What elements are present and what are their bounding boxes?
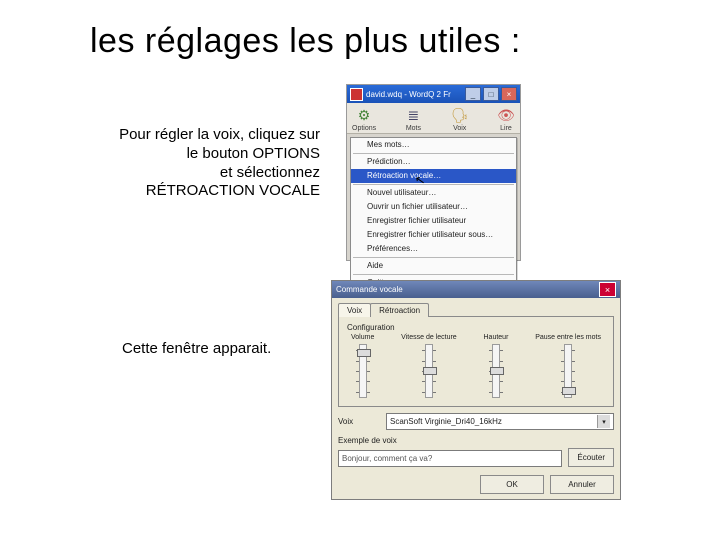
dialog-buttons: OK Annuler bbox=[338, 475, 614, 494]
eye-icon: 👁 bbox=[497, 106, 515, 124]
screenshot-options-menu: david.wdq - WordQ 2 Fr _ □ × ⚙ Options ≣… bbox=[346, 84, 521, 261]
caption-window-appears: Cette fenêtre apparait. bbox=[122, 340, 271, 357]
menu-item-new-user[interactable]: Nouvel utilisateur… bbox=[351, 186, 516, 200]
menu-item-preferences[interactable]: Préférences… bbox=[351, 242, 516, 256]
example-text-value: Bonjour, comment ça va? bbox=[342, 454, 432, 463]
config-panel: Configuration Volume Vitesse de lecture bbox=[338, 316, 614, 407]
options-label: Options bbox=[352, 125, 376, 132]
maximize-button[interactable]: □ bbox=[483, 87, 499, 101]
intro-line-3: et sélectionnez bbox=[50, 164, 320, 183]
read-button[interactable]: 👁 Lire bbox=[497, 106, 515, 132]
dialog-close-button[interactable]: × bbox=[599, 282, 616, 297]
menu-item-voice-feedback[interactable]: Rétroaction vocale… bbox=[351, 169, 516, 183]
dialog-title: Commande vocale bbox=[336, 285, 599, 294]
cancel-button[interactable]: Annuler bbox=[550, 475, 614, 494]
titlebar: david.wdq - WordQ 2 Fr _ □ × bbox=[347, 85, 520, 103]
slider-thumb[interactable] bbox=[490, 367, 504, 375]
menu-item-help[interactable]: Aide bbox=[351, 259, 516, 273]
menu-item-save-user[interactable]: Enregistrer fichier utilisateur bbox=[351, 214, 516, 228]
options-dropdown-menu: Mes mots… Prédiction… Rétroaction vocale… bbox=[350, 137, 517, 291]
tab-feedback[interactable]: Rétroaction bbox=[370, 303, 429, 317]
voice-row: Voix ScanSoft Virginie_Dri40_16kHz ▾ bbox=[338, 413, 614, 430]
tab-bar: Voix Rétroaction bbox=[338, 302, 620, 316]
wordgap-slider[interactable] bbox=[564, 344, 572, 398]
titlebar-text: david.wdq - WordQ 2 Fr bbox=[366, 90, 463, 99]
voice-combo-value: ScanSoft Virginie_Dri40_16kHz bbox=[390, 417, 502, 426]
tab-voice[interactable]: Voix bbox=[338, 303, 371, 317]
pitch-slider[interactable] bbox=[492, 344, 500, 398]
intro-line-2: le bouton OPTIONS bbox=[50, 145, 320, 164]
example-row: Bonjour, comment ça va? Écouter bbox=[338, 448, 614, 467]
options-button[interactable]: ⚙ Options bbox=[352, 106, 376, 132]
menu-item-prediction[interactable]: Prédiction… bbox=[351, 155, 516, 169]
menu-separator bbox=[353, 274, 514, 275]
menu-item-open-user[interactable]: Ouvrir un fichier utilisateur… bbox=[351, 200, 516, 214]
words-label: Mots bbox=[406, 125, 421, 132]
cursor-icon: ↖ bbox=[414, 172, 426, 188]
rate-label: Vitesse de lecture bbox=[401, 334, 457, 341]
menu-item-my-words[interactable]: Mes mots… bbox=[351, 138, 516, 152]
menu-item-save-user-as[interactable]: Enregistrer fichier utilisateur sous… bbox=[351, 228, 516, 242]
menu-separator bbox=[353, 184, 514, 185]
voice-button[interactable]: 🗣 Voix bbox=[451, 106, 469, 132]
example-label-row: Exemple de voix bbox=[338, 436, 614, 445]
read-label: Lire bbox=[500, 125, 512, 132]
slide-title: les réglages les plus utiles : bbox=[90, 22, 521, 61]
voice-label: Voix bbox=[453, 125, 466, 132]
rate-slider[interactable] bbox=[425, 344, 433, 398]
dialog-titlebar: Commande vocale × bbox=[332, 281, 620, 298]
toolbar: ⚙ Options ≣ Mots 🗣 Voix 👁 Lire bbox=[347, 103, 520, 134]
listen-button[interactable]: Écouter bbox=[568, 448, 614, 467]
app-icon bbox=[350, 88, 363, 101]
close-button[interactable]: × bbox=[501, 87, 517, 101]
menu-separator bbox=[353, 257, 514, 258]
slider-thumb[interactable] bbox=[423, 367, 437, 375]
volume-label: Volume bbox=[351, 334, 374, 341]
voice-icon: 🗣 bbox=[451, 106, 469, 124]
words-button[interactable]: ≣ Mots bbox=[404, 106, 422, 132]
voice-combo[interactable]: ScanSoft Virginie_Dri40_16kHz ▾ bbox=[386, 413, 614, 430]
wordgap-slider-col: Pause entre les mots bbox=[535, 334, 601, 398]
wordgap-label: Pause entre les mots bbox=[535, 334, 601, 341]
slider-thumb[interactable] bbox=[562, 387, 576, 395]
slider-thumb[interactable] bbox=[357, 349, 371, 357]
rate-slider-col: Vitesse de lecture bbox=[401, 334, 457, 398]
gear-icon: ⚙ bbox=[355, 106, 373, 124]
list-icon: ≣ bbox=[404, 106, 422, 124]
intro-text: Pour régler la voix, cliquez sur le bout… bbox=[50, 126, 320, 201]
example-label: Exemple de voix bbox=[338, 436, 397, 445]
volume-slider[interactable] bbox=[359, 344, 367, 398]
example-text-field[interactable]: Bonjour, comment ça va? bbox=[338, 450, 562, 467]
intro-line-4: RÉTROACTION VOCALE bbox=[50, 182, 320, 201]
ok-button[interactable]: OK bbox=[480, 475, 544, 494]
pitch-slider-col: Hauteur bbox=[484, 334, 509, 398]
chevron-down-icon: ▾ bbox=[597, 415, 610, 428]
intro-line-1: Pour régler la voix, cliquez sur bbox=[50, 126, 320, 145]
minimize-button[interactable]: _ bbox=[465, 87, 481, 101]
config-group-label: Configuration bbox=[347, 323, 605, 332]
voice-combo-label: Voix bbox=[338, 417, 386, 426]
screenshot-voice-dialog: Commande vocale × Voix Rétroaction Confi… bbox=[331, 280, 621, 500]
menu-separator bbox=[353, 153, 514, 154]
pitch-label: Hauteur bbox=[484, 334, 509, 341]
volume-slider-col: Volume bbox=[351, 334, 374, 398]
slider-row: Volume Vitesse de lecture Hauteur bbox=[347, 334, 605, 398]
